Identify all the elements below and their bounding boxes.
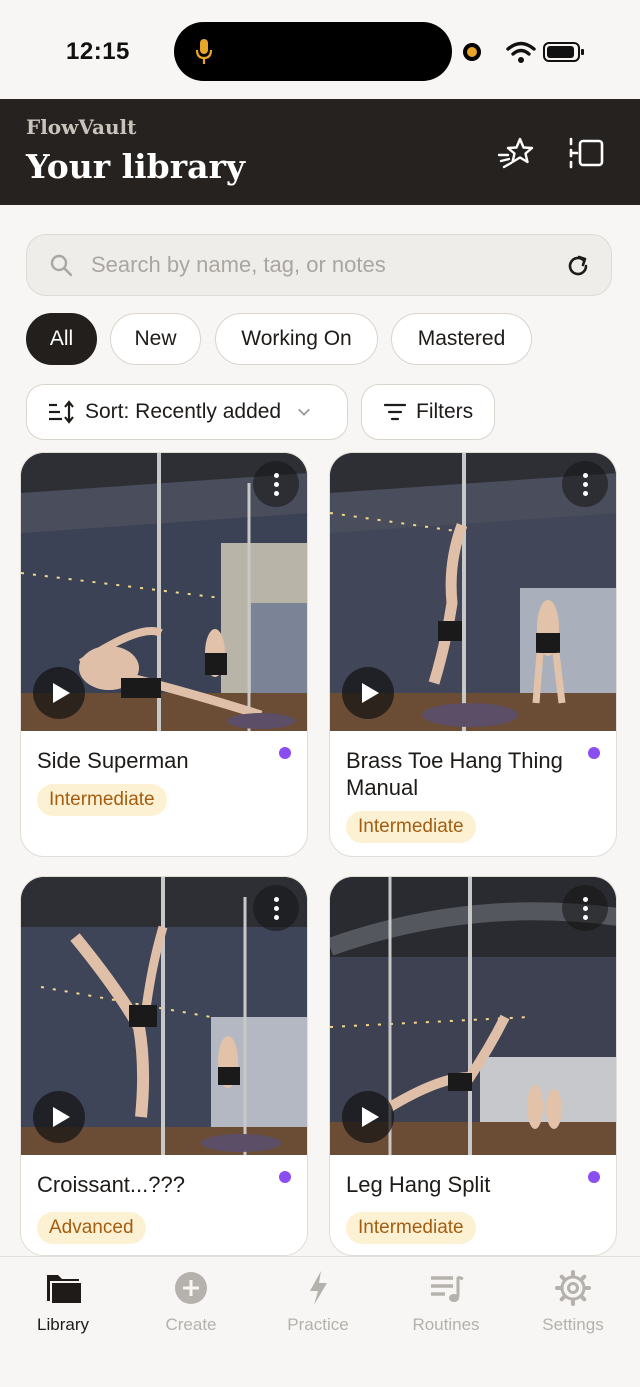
status-time: 12:15 bbox=[66, 38, 130, 65]
camera-indicator-dot bbox=[463, 43, 481, 61]
tab-practice[interactable]: Practice bbox=[263, 1269, 373, 1349]
new-indicator-dot bbox=[588, 747, 600, 759]
tab-label: Routines bbox=[412, 1315, 480, 1334]
card-title: Croissant...??? bbox=[37, 1172, 185, 1197]
more-options-button[interactable] bbox=[253, 885, 299, 931]
filter-chip-all[interactable]: All bbox=[26, 313, 97, 365]
sort-button[interactable]: Sort: Recently added bbox=[26, 384, 348, 440]
folder-icon bbox=[47, 1275, 83, 1305]
sort-label: Sort: Recently added bbox=[85, 400, 282, 423]
gear-icon bbox=[555, 1270, 591, 1306]
video-thumbnail[interactable] bbox=[21, 877, 307, 1155]
filter-chip-mastered[interactable]: Mastered bbox=[391, 313, 532, 365]
app-header: FlowVault Your library bbox=[0, 99, 640, 205]
play-button[interactable] bbox=[342, 1091, 394, 1143]
filters-label: Filters bbox=[416, 400, 474, 423]
bottom-tab-bar: Library Create Practice Routines Setting… bbox=[0, 1256, 640, 1387]
sort-icon bbox=[49, 400, 74, 424]
wifi-icon bbox=[506, 41, 536, 63]
video-thumbnail[interactable] bbox=[21, 453, 307, 731]
tab-label: Library bbox=[37, 1315, 89, 1334]
bolt-icon bbox=[310, 1271, 327, 1305]
search-bar[interactable] bbox=[26, 234, 612, 296]
filter-chip-new[interactable]: New bbox=[110, 313, 201, 365]
new-indicator-dot bbox=[279, 1171, 291, 1183]
level-badge: Intermediate bbox=[37, 784, 167, 816]
tab-library[interactable]: Library bbox=[8, 1269, 118, 1349]
search-input[interactable] bbox=[91, 245, 551, 285]
filter-chip-working-on[interactable]: Working On bbox=[215, 313, 378, 365]
tab-settings[interactable]: Settings bbox=[518, 1269, 628, 1349]
chevron-down-icon bbox=[298, 408, 310, 416]
card-title: Side Superman bbox=[37, 748, 189, 773]
tab-routines[interactable]: Routines bbox=[391, 1269, 501, 1349]
library-screen: 12:15 FlowVault Your library Search by n… bbox=[0, 0, 640, 1387]
page-title: Your library bbox=[26, 147, 246, 186]
dynamic-island bbox=[174, 22, 452, 81]
tab-label: Create bbox=[165, 1315, 217, 1334]
more-options-button[interactable] bbox=[562, 885, 608, 931]
playlist-icon bbox=[431, 1275, 464, 1302]
move-card[interactable]: Leg Hang Split Intermediate bbox=[329, 876, 617, 1256]
tab-label: Settings bbox=[542, 1315, 604, 1334]
new-indicator-dot bbox=[279, 747, 291, 759]
filter-icon bbox=[384, 403, 406, 421]
tab-create[interactable]: Create bbox=[136, 1269, 246, 1349]
favorites-star-icon[interactable] bbox=[496, 133, 536, 173]
filters-button[interactable]: Filters bbox=[361, 384, 495, 440]
tab-label: Practice bbox=[287, 1315, 349, 1334]
play-button[interactable] bbox=[342, 667, 394, 719]
move-card[interactable]: Side Superman Intermediate bbox=[20, 452, 308, 857]
cast-icon[interactable] bbox=[566, 133, 606, 173]
move-card[interactable]: Croissant...??? Advanced bbox=[20, 876, 308, 1256]
video-thumbnail[interactable] bbox=[330, 453, 616, 731]
move-card[interactable]: Brass Toe Hang Thing Manual Intermediate bbox=[329, 452, 617, 857]
search-icon bbox=[50, 254, 73, 277]
more-options-button[interactable] bbox=[253, 461, 299, 507]
play-button[interactable] bbox=[33, 1091, 85, 1143]
refresh-icon[interactable] bbox=[565, 253, 591, 279]
video-thumbnail[interactable] bbox=[330, 877, 616, 1155]
battery-icon bbox=[543, 42, 584, 62]
status-bar: 12:15 bbox=[0, 0, 640, 99]
level-badge: Advanced bbox=[37, 1212, 146, 1244]
level-badge: Intermediate bbox=[346, 811, 476, 843]
card-title: Leg Hang Split bbox=[346, 1172, 491, 1197]
microphone-icon bbox=[195, 39, 213, 64]
more-options-button[interactable] bbox=[562, 461, 608, 507]
card-title: Brass Toe Hang Thing Manual bbox=[346, 748, 563, 800]
level-badge: Intermediate bbox=[346, 1212, 476, 1244]
play-button[interactable] bbox=[33, 667, 85, 719]
plus-circle-icon bbox=[175, 1272, 207, 1304]
brand-name: FlowVault bbox=[26, 115, 137, 139]
new-indicator-dot bbox=[588, 1171, 600, 1183]
